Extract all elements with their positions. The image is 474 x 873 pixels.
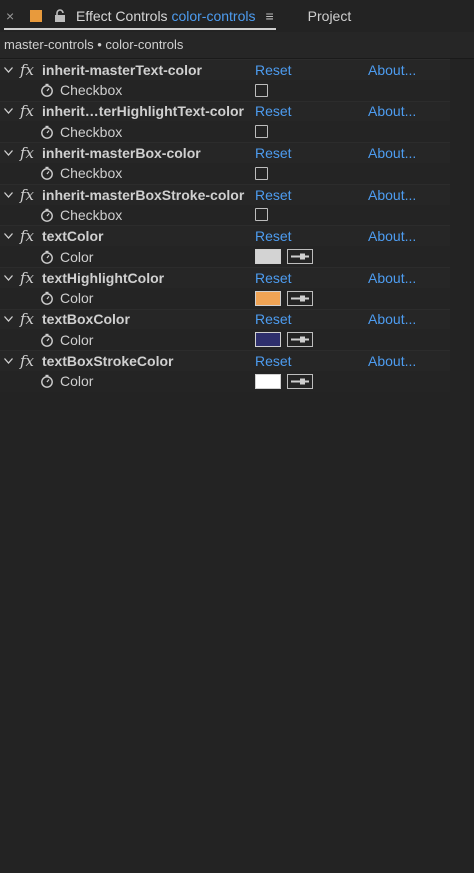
property-row: Checkbox — [0, 121, 450, 143]
effect-name: textBoxColor — [42, 311, 130, 328]
breadcrumb: master-controls • color-controls — [0, 32, 474, 59]
chevron-down-icon[interactable] — [4, 150, 18, 157]
effect-name: textBoxStrokeColor — [42, 353, 174, 370]
fx-icon[interactable]: fx — [20, 227, 42, 245]
color-swatch[interactable] — [255, 332, 281, 348]
property-row: Color — [0, 246, 450, 267]
eyedropper-icon[interactable] — [287, 373, 313, 389]
effects-list: fx inherit-masterText-color Reset About... C… — [0, 59, 450, 392]
fx-icon[interactable]: fx — [20, 102, 42, 120]
close-icon[interactable]: × — [6, 8, 22, 24]
reset-link[interactable]: Reset — [255, 311, 292, 327]
color-swatch[interactable] — [255, 249, 281, 265]
effect-row[interactable]: fx inherit-masterBoxStroke-color Reset Abou… — [0, 183, 450, 205]
stopwatch-icon[interactable] — [40, 166, 56, 181]
reset-link[interactable]: Reset — [255, 353, 292, 369]
reset-link[interactable]: Reset — [255, 62, 292, 78]
fx-icon[interactable]: fx — [20, 186, 42, 204]
stopwatch-icon[interactable] — [40, 374, 56, 389]
reset-link[interactable]: Reset — [255, 145, 292, 161]
reset-link[interactable]: Reset — [255, 270, 292, 286]
fx-icon[interactable]: fx — [20, 269, 42, 287]
property-name: Checkbox — [60, 123, 123, 140]
property-row: Checkbox — [0, 79, 450, 101]
property-name: Checkbox — [60, 206, 123, 223]
property-name: Color — [60, 248, 94, 265]
fx-icon[interactable]: fx — [20, 144, 42, 162]
stopwatch-icon[interactable] — [40, 125, 56, 139]
checkbox[interactable] — [255, 83, 268, 97]
stopwatch-icon[interactable] — [40, 291, 56, 306]
about-link[interactable]: About... — [368, 228, 416, 244]
eyedropper-icon[interactable] — [287, 332, 313, 348]
about-link[interactable]: About... — [368, 145, 416, 161]
stopwatch-icon[interactable] — [40, 250, 56, 264]
about-link[interactable]: About... — [368, 62, 416, 78]
chevron-down-icon[interactable] — [4, 316, 18, 323]
property-name: Checkbox — [60, 82, 123, 99]
property-name: Color — [60, 290, 94, 307]
effect-row[interactable]: fx inherit-masterBox-color Reset About... — [0, 142, 450, 163]
effect-name: inherit-masterBoxStroke-color — [42, 186, 245, 203]
eyedropper-icon[interactable] — [287, 290, 313, 306]
chevron-down-icon[interactable] — [4, 66, 18, 73]
stopwatch-icon[interactable] — [40, 83, 56, 98]
panel-tab-bar: × Effect Controls color-controls ≡ Proje… — [0, 0, 474, 32]
tab-title-prefix: Effect Controls — [76, 8, 168, 24]
about-link[interactable]: About... — [368, 103, 416, 119]
about-link[interactable]: About... — [368, 311, 416, 327]
chevron-down-icon[interactable] — [4, 358, 18, 365]
effect-name: textHighlightColor — [42, 269, 165, 286]
eyedropper-icon[interactable] — [287, 249, 313, 265]
effect-name: inherit…terHighlightText-color — [42, 103, 244, 120]
property-row: Checkbox — [0, 204, 450, 226]
tab-title: Effect Controls color-controls — [76, 8, 255, 24]
fx-icon[interactable]: fx — [20, 61, 42, 79]
property-name: Color — [60, 331, 94, 348]
property-row: Color — [0, 329, 450, 351]
property-row: Color — [0, 370, 450, 392]
color-swatch[interactable] — [255, 290, 281, 306]
chevron-down-icon[interactable] — [4, 233, 18, 240]
effect-row[interactable]: fx textColor Reset About... — [0, 225, 450, 247]
effect-row[interactable]: fx textBoxStrokeColor Reset About... — [0, 350, 450, 371]
stopwatch-icon[interactable] — [40, 333, 56, 347]
chevron-down-icon[interactable] — [4, 274, 18, 281]
effect-name: inherit-masterBox-color — [42, 145, 201, 162]
color-swatch[interactable] — [255, 373, 281, 389]
checkbox[interactable] — [255, 166, 268, 180]
effect-name: inherit-masterText-color — [42, 61, 202, 78]
tab-project[interactable]: Project — [308, 8, 352, 24]
tab-title-comp: color-controls — [171, 8, 256, 24]
effect-name: textColor — [42, 228, 104, 245]
stopwatch-icon[interactable] — [40, 208, 56, 222]
reset-link[interactable]: Reset — [255, 103, 292, 119]
about-link[interactable]: About... — [368, 270, 416, 286]
property-row: Color — [0, 287, 450, 309]
chevron-down-icon[interactable] — [4, 191, 18, 198]
panel-menu-icon[interactable]: ≡ — [265, 8, 273, 24]
about-link[interactable]: About... — [368, 187, 416, 203]
effect-row[interactable]: fx inherit…terHighlightText-color Reset Abo… — [0, 100, 450, 122]
fx-icon[interactable]: fx — [20, 310, 42, 328]
reset-link[interactable]: Reset — [255, 228, 292, 244]
tab-effect-controls[interactable]: × Effect Controls color-controls ≡ — [0, 0, 276, 32]
lock-icon[interactable] — [54, 9, 68, 23]
reset-link[interactable]: Reset — [255, 187, 292, 203]
about-link[interactable]: About... — [368, 353, 416, 369]
fx-icon[interactable]: fx — [20, 352, 42, 370]
property-name: Checkbox — [60, 165, 123, 182]
effect-row[interactable]: fx textHighlightColor Reset About... — [0, 266, 450, 288]
property-row: Checkbox — [0, 162, 450, 184]
checkbox[interactable] — [255, 208, 268, 222]
checkbox[interactable] — [255, 125, 268, 139]
property-name: Color — [60, 373, 94, 390]
chevron-down-icon[interactable] — [4, 108, 18, 115]
effect-row[interactable]: fx inherit-masterText-color Reset About... — [0, 59, 450, 80]
label-color-indicator — [30, 10, 42, 22]
effect-row[interactable]: fx textBoxColor Reset About... — [0, 308, 450, 330]
